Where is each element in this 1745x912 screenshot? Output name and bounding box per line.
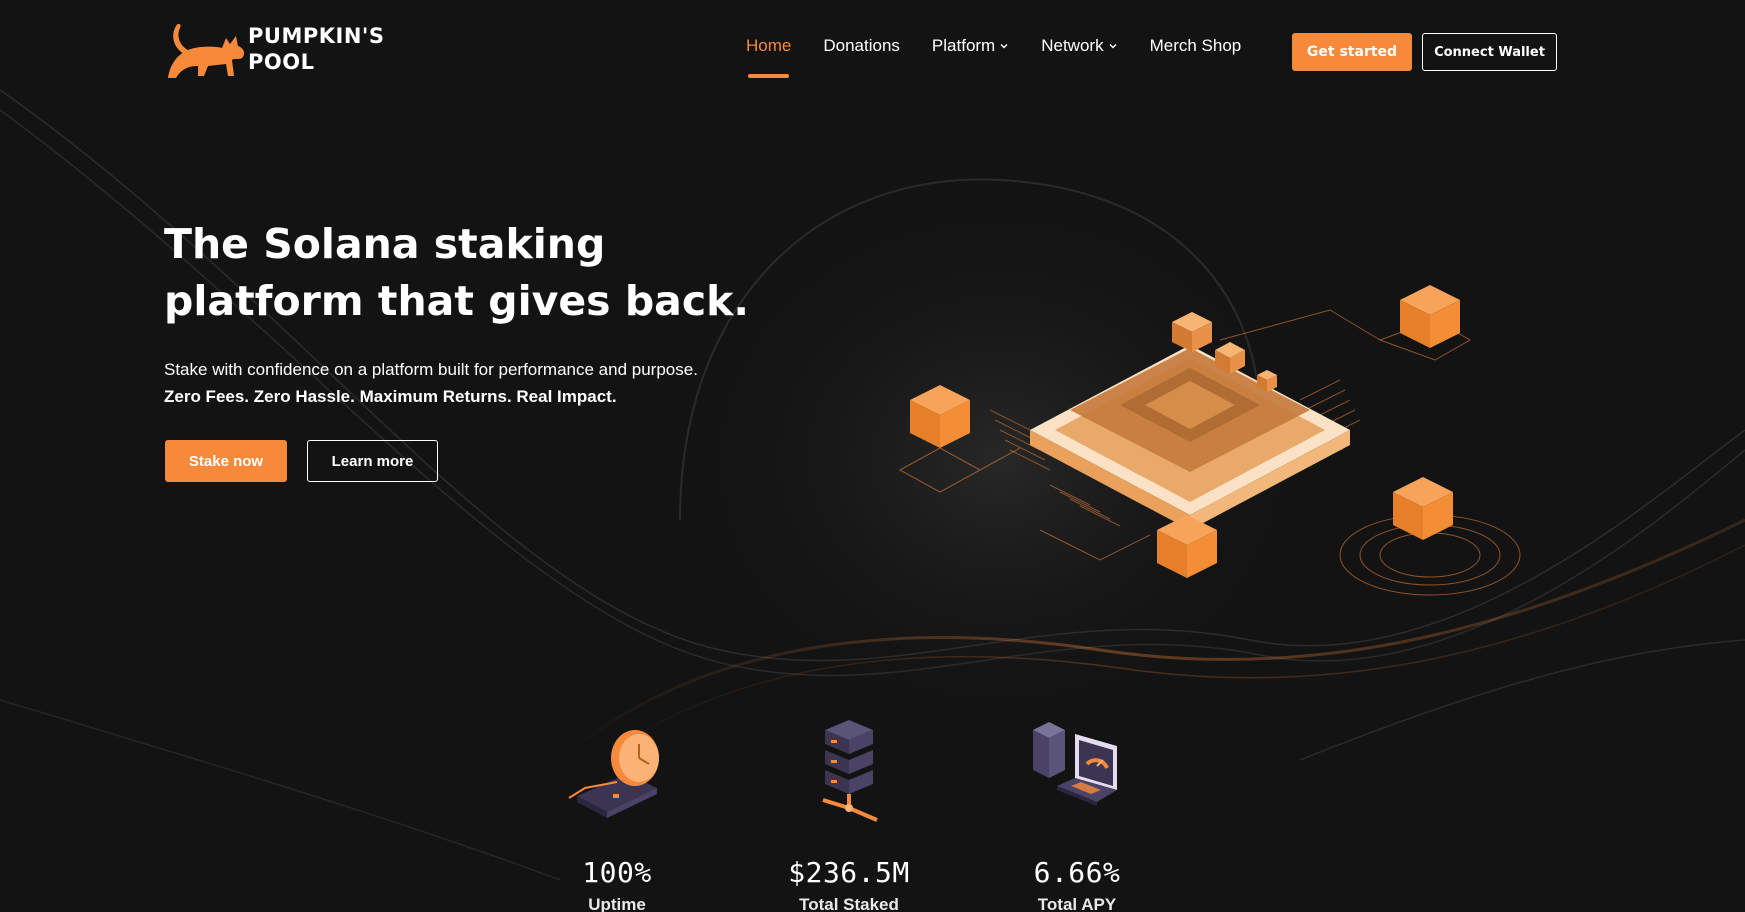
- stat-value: 100%: [582, 856, 652, 889]
- cube-small-1: [1172, 312, 1212, 352]
- stat-uptime: 100% Uptime: [517, 716, 717, 912]
- hero-title: The Solana staking platform that gives b…: [164, 216, 764, 330]
- brand-name-line2: POOL: [248, 50, 315, 74]
- cube-bottom: [1157, 515, 1217, 578]
- brand-logo[interactable]: PUMPKIN'S POOL: [164, 14, 384, 84]
- connect-wallet-button[interactable]: Connect Wallet: [1422, 33, 1557, 71]
- hero-subtitle-text: Stake with confidence on a platform buil…: [164, 360, 698, 379]
- stat-total-staked: $236.5M Total Staked: [749, 716, 949, 912]
- brand-name: PUMPKIN'S POOL: [248, 23, 384, 75]
- nav-item-merch-shop[interactable]: Merch Shop: [1150, 36, 1242, 56]
- get-started-button[interactable]: Get started: [1292, 33, 1412, 71]
- stat-value: $236.5M: [788, 856, 910, 889]
- stat-value: 6.66%: [1033, 856, 1121, 889]
- cube-right: [1393, 477, 1453, 540]
- hero-title-line2: platform that gives back.: [164, 277, 749, 325]
- hero-subtitle: Stake with confidence on a platform buil…: [164, 356, 884, 410]
- nav-item-label: Home: [746, 36, 792, 55]
- chip-blocks-illustration: [898, 285, 1521, 596]
- nav-item-home[interactable]: Home: [746, 36, 792, 78]
- hero-title-line1: The Solana staking: [164, 220, 606, 268]
- stat-label: Uptime: [588, 895, 646, 912]
- nav-item-label: Platform: [931, 36, 996, 55]
- cat-icon: [168, 23, 245, 78]
- chip-body: [1030, 345, 1350, 530]
- stat-total-apy: 6.66% Total APY: [977, 716, 1177, 912]
- hero-tagline: Zero Fees. Zero Hassle. Maximum Returns.…: [164, 387, 617, 406]
- server-stack-icon: [822, 720, 878, 822]
- laptop-gauge-icon: [1033, 722, 1117, 806]
- nav-item-label: Donations: [823, 36, 900, 55]
- chevron-down-icon: [1109, 44, 1117, 49]
- stake-now-button[interactable]: Stake now: [165, 440, 287, 482]
- site-header: PUMPKIN'S POOL Home Donations Platform N…: [0, 0, 1745, 110]
- learn-more-button[interactable]: Learn more: [307, 440, 438, 482]
- nav-item-platform[interactable]: Platform: [932, 36, 1009, 56]
- stat-label: Total APY: [1037, 895, 1117, 912]
- cube-left: [910, 385, 970, 448]
- cube-top-right: [1400, 285, 1460, 348]
- nav-item-label: Network: [1041, 36, 1104, 55]
- stat-label: Total Staked: [799, 895, 899, 912]
- nav-item-network[interactable]: Network: [1041, 36, 1117, 56]
- clock-wallet-icon: [568, 730, 659, 818]
- main-nav: Home Donations Platform Network Merch Sh…: [746, 34, 1273, 78]
- nav-item-donations[interactable]: Donations: [823, 36, 900, 56]
- chevron-down-icon: [1000, 44, 1008, 49]
- brand-name-line1: PUMPKIN'S: [248, 24, 385, 48]
- nav-item-label: Merch Shop: [1149, 36, 1242, 55]
